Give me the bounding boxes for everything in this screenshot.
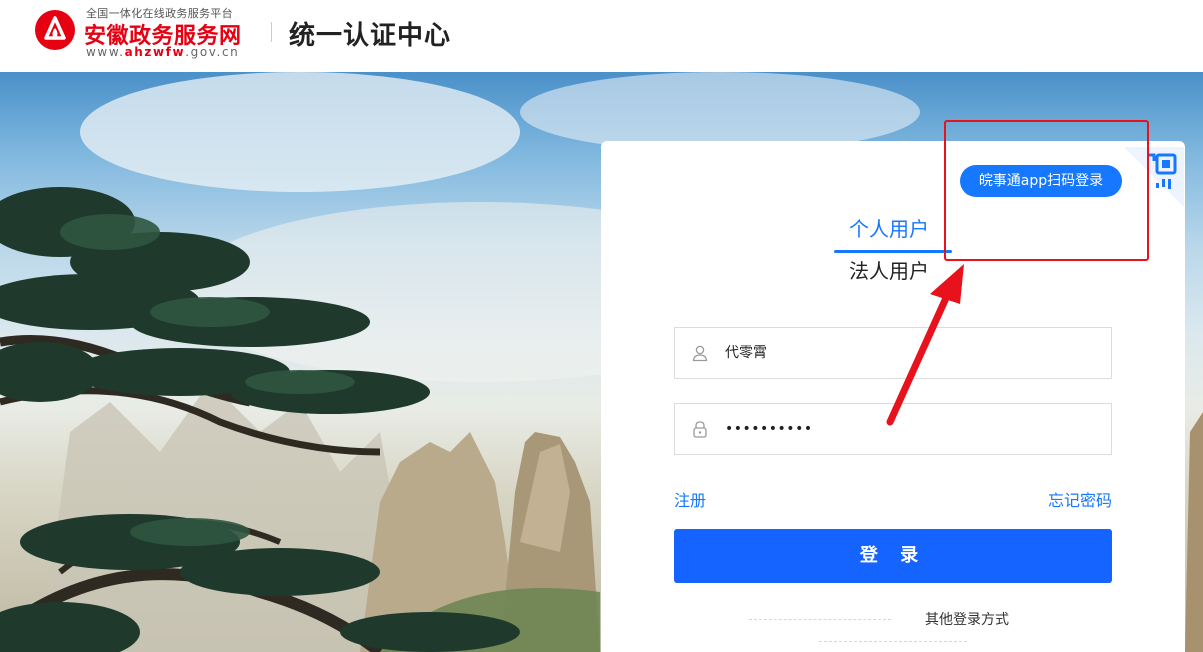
other-methods-divider-left <box>749 619 891 620</box>
username-field[interactable]: 代零霄 <box>674 327 1112 379</box>
other-methods-divider-right <box>819 641 967 642</box>
lock-icon <box>693 421 707 438</box>
active-tab-indicator <box>834 250 952 253</box>
login-card: 皖事通app扫码登录 个人用户 法人用户 代零霄 •••••••••• 注册 忘… <box>601 141 1185 652</box>
logo-url-prefix: www. <box>86 45 125 59</box>
username-value: 代零霄 <box>725 345 767 361</box>
password-field[interactable]: •••••••••• <box>674 403 1112 455</box>
logo-icon[interactable] <box>33 8 77 52</box>
page-title: 统一认证中心 <box>289 21 452 51</box>
site-header: 全国一体化在线政务服务平台 安徽政务服务网 www.ahzwfw.gov.cn … <box>0 0 1203 72</box>
logo-url: www.ahzwfw.gov.cn <box>86 45 239 59</box>
tab-legal-user[interactable]: 法人用户 <box>849 255 929 284</box>
login-button[interactable]: 登 录 <box>674 529 1112 583</box>
logo-url-brand: ahzwfw <box>124 45 186 59</box>
password-value: •••••••••• <box>725 421 813 437</box>
register-link[interactable]: 注册 <box>674 487 706 511</box>
tab-personal-user[interactable]: 个人用户 <box>849 213 929 242</box>
user-icon <box>692 345 708 362</box>
qr-code-icon[interactable] <box>1124 147 1184 207</box>
qr-login-tooltip[interactable]: 皖事通app扫码登录 <box>960 165 1122 197</box>
logo-url-suffix: .gov.cn <box>185 45 240 59</box>
header-divider <box>271 22 272 42</box>
other-login-methods[interactable]: 其他登录方式 <box>925 609 1009 629</box>
forgot-password-link[interactable]: 忘记密码 <box>1048 487 1112 511</box>
